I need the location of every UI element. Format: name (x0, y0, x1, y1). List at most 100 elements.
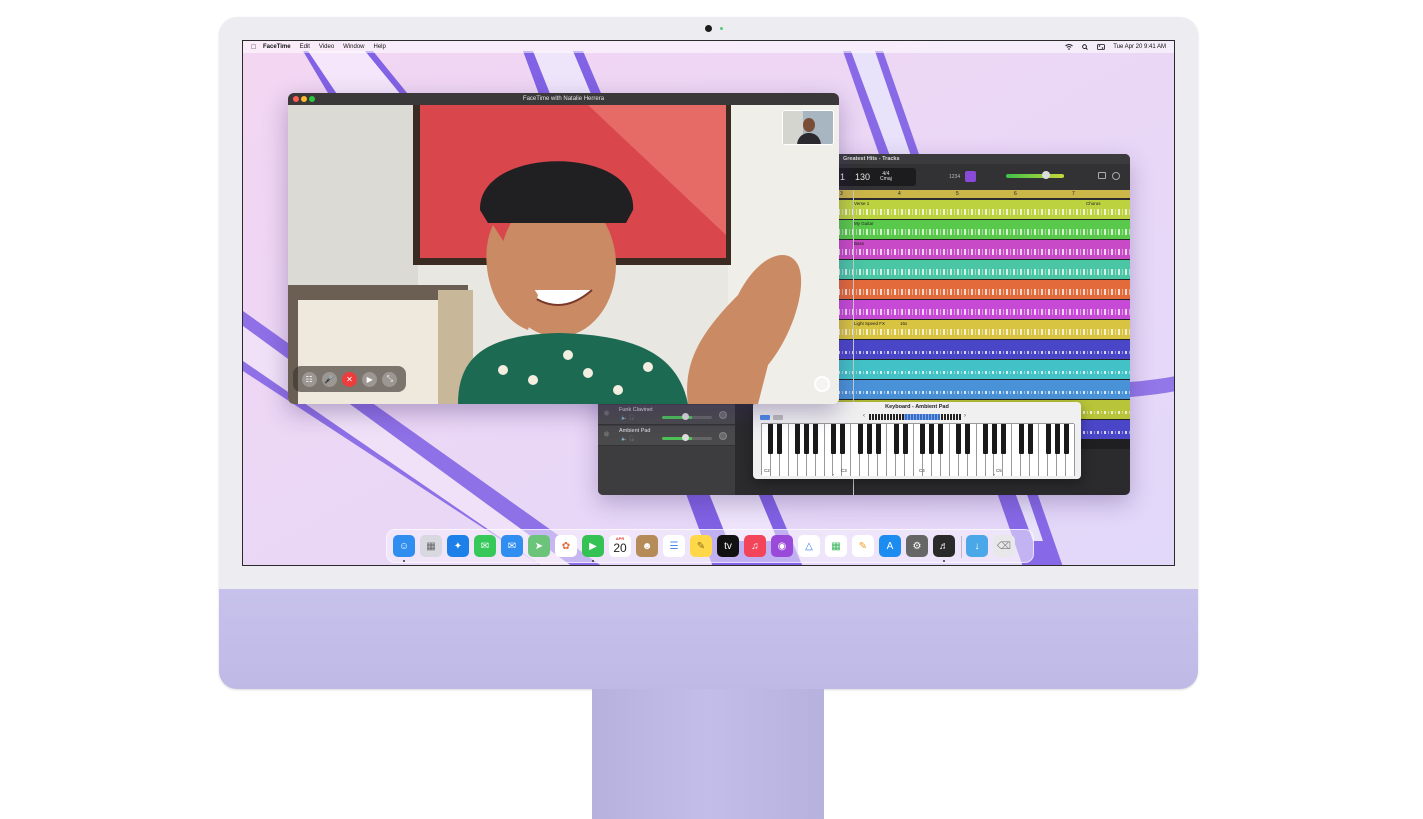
launchpad-icon[interactable]: ▦ (420, 535, 442, 557)
black-key[interactable] (1000, 424, 1006, 454)
end-call-button[interactable]: ✕ (341, 371, 357, 387)
camera-toggle-button[interactable]: ▶ (362, 371, 378, 387)
black-key[interactable] (857, 424, 863, 454)
apple-menu-icon[interactable]:  (251, 44, 263, 51)
master-volume-knob[interactable] (1042, 171, 1050, 179)
black-key[interactable] (768, 424, 774, 454)
master-tune-button[interactable] (965, 171, 976, 182)
live-photo-shutter-button[interactable] (814, 376, 830, 392)
track-region[interactable] (838, 260, 1130, 279)
menu-clock[interactable]: Tue Apr 20 9:41 AM (1113, 44, 1166, 50)
black-key[interactable] (813, 424, 819, 454)
maps-icon[interactable]: ➤ (528, 535, 550, 557)
photos-icon[interactable]: ✿ (555, 535, 577, 557)
system-preferences-icon[interactable]: ⚙ (906, 535, 928, 557)
zoom-window-button[interactable] (309, 96, 315, 102)
black-key[interactable] (983, 424, 989, 454)
black-key[interactable] (1018, 424, 1024, 454)
black-key[interactable] (1054, 424, 1060, 454)
black-key[interactable] (1027, 424, 1033, 454)
keyboard-mode-piano-button[interactable] (760, 415, 770, 420)
calendar-icon[interactable]: APR 20 (609, 535, 631, 557)
black-key[interactable] (1063, 424, 1069, 454)
contacts-icon[interactable]: ☻ (636, 535, 658, 557)
track-volume-knob[interactable] (682, 434, 689, 441)
menu-video[interactable]: Video (319, 44, 334, 50)
pages-icon[interactable]: ✎ (852, 535, 874, 557)
black-key[interactable] (875, 424, 881, 454)
piano-keys[interactable]: C2 C3 C4 C5 (761, 423, 1075, 476)
transport-lcd[interactable]: 1 130 4/4 Cmaj (836, 168, 916, 186)
black-key[interactable] (1045, 424, 1051, 454)
app-store-icon[interactable]: A (879, 535, 901, 557)
finder-icon[interactable]: ☺ (393, 535, 415, 557)
keyboard-range-selection[interactable] (904, 414, 940, 420)
black-key[interactable] (795, 424, 801, 454)
sidebar-toggle-button[interactable]: ☷ (301, 371, 317, 387)
numbers-icon[interactable]: ▦ (825, 535, 847, 557)
black-key[interactable] (992, 424, 997, 454)
pan-knob[interactable] (719, 432, 727, 440)
control-center-icon[interactable] (1097, 44, 1106, 50)
track-region[interactable] (838, 280, 1130, 299)
safari-icon[interactable]: ✦ (447, 535, 469, 557)
close-window-button[interactable] (293, 96, 299, 102)
track-volume-knob[interactable] (682, 413, 689, 420)
octave-down-icon[interactable]: ‹ (863, 413, 865, 419)
musical-typing-keyboard-window[interactable]: Keyboard - Ambient Pad ‹ › C2 C3 C4 C5 (753, 402, 1081, 479)
trash-icon[interactable]: ⌫ (993, 535, 1015, 557)
fullscreen-button[interactable]: ⤡ (382, 371, 398, 387)
mute-microphone-button[interactable]: 🎤 (321, 371, 337, 387)
apple-tv-icon[interactable]: tv (717, 535, 739, 557)
menu-app-name[interactable]: FaceTime (263, 44, 291, 50)
black-key[interactable] (920, 424, 926, 454)
mute-solo-buttons[interactable]: 🔈 🎧 (621, 415, 635, 421)
black-key[interactable] (929, 424, 935, 454)
track-region[interactable]: Bass (838, 240, 1130, 259)
podcasts-icon[interactable]: ◉ (771, 535, 793, 557)
facetime-icon[interactable]: ▶ (582, 535, 604, 557)
black-key[interactable] (804, 424, 810, 454)
keynote-icon[interactable]: △ (798, 535, 820, 557)
track-region[interactable]: Light Speed FX (838, 320, 1130, 339)
messages-icon[interactable]: ✉ (474, 535, 496, 557)
keyboard-mode-typing-button[interactable] (773, 415, 783, 420)
facetime-title[interactable]: FaceTime with Natalie Herrera (288, 93, 839, 105)
count-in-label[interactable]: 1234 (949, 174, 960, 180)
black-key[interactable] (938, 424, 944, 454)
black-key[interactable] (893, 424, 899, 454)
pan-knob[interactable] (719, 411, 727, 419)
track-region[interactable] (838, 340, 1130, 359)
track-header-ambient-pad[interactable]: ⚛ Ambient Pad 🔈 🎧 (598, 426, 735, 446)
black-key[interactable] (902, 424, 908, 454)
minimize-window-button[interactable] (301, 96, 307, 102)
wifi-icon[interactable] (1065, 44, 1074, 50)
loop-browser-icon[interactable] (1112, 172, 1120, 180)
timeline-ruler[interactable]: 3 4 5 6 7 (838, 190, 1130, 198)
reminders-icon[interactable]: ☰ (663, 535, 685, 557)
track-region[interactable] (838, 300, 1130, 319)
self-view-video[interactable] (782, 110, 834, 145)
menu-edit[interactable]: Edit (300, 44, 310, 50)
facetime-window[interactable]: FaceTime with Natalie Herrera ☷ 🎤 ✕ ▶ ⤡ (288, 93, 839, 404)
music-icon[interactable]: ♫ (744, 535, 766, 557)
black-key[interactable] (965, 424, 971, 454)
notes-icon[interactable]: ✎ (690, 535, 712, 557)
black-key[interactable] (839, 424, 845, 454)
search-icon[interactable] (1081, 44, 1089, 50)
black-key[interactable] (866, 424, 872, 454)
garageband-icon[interactable]: ♬ (933, 535, 955, 557)
black-key[interactable] (777, 424, 783, 454)
mute-solo-buttons[interactable]: 🔈 🎧 (621, 436, 635, 442)
downloads-folder-icon[interactable]: ↓ (966, 535, 988, 557)
menu-window[interactable]: Window (343, 44, 364, 50)
black-key[interactable] (956, 424, 962, 454)
track-region[interactable] (838, 360, 1130, 379)
list-editors-icon[interactable] (1098, 172, 1106, 179)
track-header-funk-clavinet[interactable]: ⚛ Funk Clavinet 🔈 🎧 (598, 405, 735, 425)
mail-icon[interactable]: ✉ (501, 535, 523, 557)
black-key[interactable] (831, 424, 837, 454)
octave-up-icon[interactable]: › (964, 413, 966, 419)
menu-help[interactable]: Help (374, 44, 386, 50)
track-region[interactable]: My Guitar (838, 220, 1130, 239)
